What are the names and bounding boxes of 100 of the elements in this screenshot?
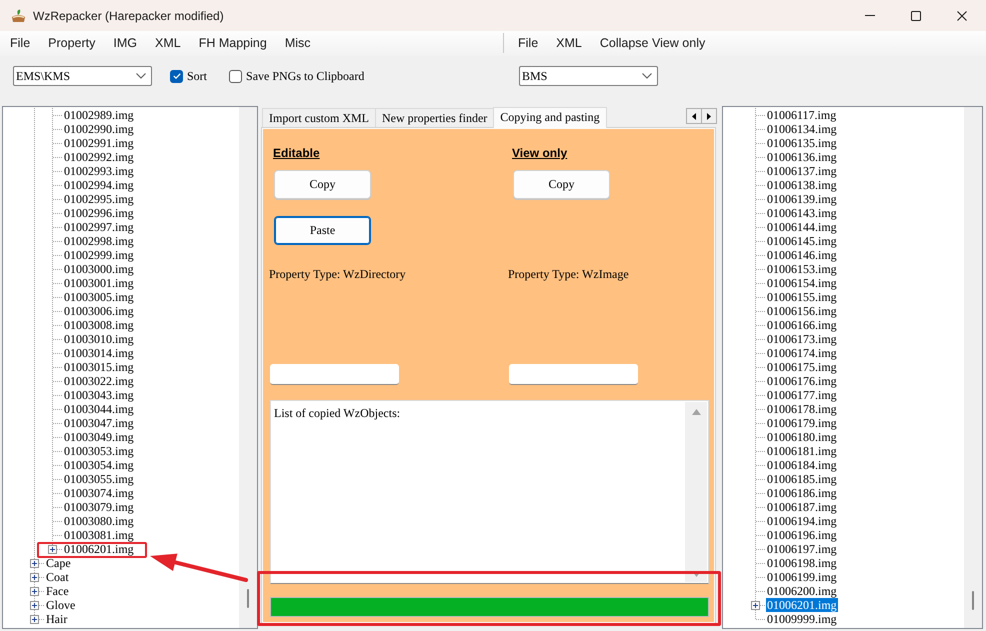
tree-item[interactable]: 01002996.img xyxy=(63,206,135,220)
scrollbar-thumb[interactable] xyxy=(972,591,974,610)
tree-item[interactable]: Hair xyxy=(45,612,68,626)
action-button[interactable]: Copy xyxy=(274,170,371,199)
tree-item[interactable]: 01006179.img xyxy=(766,416,838,430)
tree-item[interactable]: 01003053.img xyxy=(63,444,135,458)
tree-item[interactable]: 01003010.img xyxy=(63,332,135,346)
tree-item[interactable]: 01003080.img xyxy=(63,514,135,528)
tree-item[interactable]: Glove xyxy=(45,598,76,612)
menu-item[interactable]: XML xyxy=(547,31,591,56)
tree-item[interactable]: 01006184.img xyxy=(766,458,838,472)
tree-item[interactable]: 01006135.img xyxy=(766,136,838,150)
tree-item[interactable]: 01003049.img xyxy=(63,430,135,444)
tree-item[interactable]: 01006199.img xyxy=(766,570,838,584)
tree-item[interactable]: 01003074.img xyxy=(63,486,135,500)
tab[interactable]: New properties finder xyxy=(375,108,494,127)
tree-item[interactable]: 01006186.img xyxy=(766,486,838,500)
checkbox-label[interactable]: Sort xyxy=(187,68,208,84)
menu-item[interactable]: File xyxy=(509,31,548,56)
tree-item[interactable]: 01006134.img xyxy=(766,122,838,136)
menu-item[interactable]: Collapse View only xyxy=(590,31,714,56)
tree-item[interactable]: 01006181.img xyxy=(766,444,838,458)
tree-item[interactable]: 01006198.img xyxy=(766,556,838,570)
plus-box-icon[interactable] xyxy=(30,600,39,610)
scrollbar-track[interactable] xyxy=(964,107,982,628)
action-button[interactable]: Copy xyxy=(513,170,610,199)
tab[interactable]: Import custom XML xyxy=(262,108,376,127)
input-field[interactable] xyxy=(270,364,399,385)
tree-item[interactable]: 01006197.img xyxy=(766,542,838,556)
tree-item[interactable]: 01002998.img xyxy=(63,234,135,248)
tree-item[interactable]: 01006156.img xyxy=(766,304,838,318)
tree-item[interactable]: 01006143.img xyxy=(766,206,838,220)
tree-item[interactable]: 01006201.img xyxy=(63,542,135,556)
tree-item[interactable]: 01003015.img xyxy=(63,360,135,374)
menu-item[interactable]: Property xyxy=(39,31,104,56)
tree-item[interactable]: 01006146.img xyxy=(766,248,838,262)
tree-item[interactable]: 01006187.img xyxy=(766,500,838,514)
plus-box-icon[interactable] xyxy=(30,586,39,596)
menu-item[interactable]: IMG xyxy=(104,31,146,56)
tab-scroll-left-button[interactable] xyxy=(686,108,702,124)
version-dropdown[interactable]: BMS xyxy=(519,66,658,86)
tree-item[interactable]: 01006176.img xyxy=(766,374,838,388)
tree-item[interactable]: 01006178.img xyxy=(766,402,838,416)
tree-item[interactable]: 01003044.img xyxy=(63,402,135,416)
checkbox[interactable] xyxy=(170,70,183,82)
tree-item[interactable]: 01006185.img xyxy=(766,472,838,486)
version-dropdown[interactable]: EMS\KMS xyxy=(13,66,152,86)
input-field[interactable] xyxy=(509,364,638,385)
scrollbar-track[interactable] xyxy=(239,107,257,628)
tree-item[interactable]: 01006144.img xyxy=(766,220,838,234)
tree-item[interactable]: 01002989.img xyxy=(63,108,135,122)
tree-item[interactable]: 01002991.img xyxy=(63,136,135,150)
tree-item[interactable]: 01003014.img xyxy=(63,346,135,360)
tree-item[interactable]: 01003081.img xyxy=(63,528,135,542)
tree-item[interactable]: 01006201.img xyxy=(766,598,838,612)
tree-item[interactable]: 01006200.img xyxy=(766,584,838,598)
plus-box-icon[interactable] xyxy=(30,572,39,582)
tree-item[interactable]: 01003055.img xyxy=(63,472,135,486)
menu-item[interactable]: File xyxy=(1,31,40,56)
scrollbar-thumb[interactable] xyxy=(247,589,249,608)
plus-box-icon[interactable] xyxy=(30,558,39,568)
tree-item[interactable]: 01006196.img xyxy=(766,528,838,542)
tree-item[interactable]: 01003008.img xyxy=(63,318,135,332)
tree-item[interactable]: 01003000.img xyxy=(63,262,135,276)
tree-item[interactable]: 01006155.img xyxy=(766,290,838,304)
tree-item[interactable]: 01006174.img xyxy=(766,346,838,360)
plus-box-icon[interactable] xyxy=(30,614,39,624)
tree-item[interactable]: 01003079.img xyxy=(63,500,135,514)
scrollbar-track[interactable] xyxy=(685,402,707,582)
tree-item[interactable]: 01003022.img xyxy=(63,374,135,388)
tree-item[interactable]: Coat xyxy=(45,570,70,584)
tree-item[interactable]: 01002995.img xyxy=(63,192,135,206)
checkbox-label[interactable]: Save PNGs to Clipboard xyxy=(246,68,364,84)
tree-item[interactable]: Cape xyxy=(45,556,72,570)
tree-item[interactable]: 01006117.img xyxy=(766,108,838,122)
tab-scroll-right-button[interactable] xyxy=(701,108,717,124)
menu-item[interactable]: FH Mapping xyxy=(190,31,276,56)
tree-item[interactable]: 01002992.img xyxy=(63,150,135,164)
tree-item[interactable]: 01009999.img xyxy=(766,612,838,626)
tree-item[interactable]: 01003001.img xyxy=(63,276,135,290)
tree-item[interactable]: 01002990.img xyxy=(63,122,135,136)
menu-item[interactable]: XML xyxy=(146,31,190,56)
tree-item[interactable]: 01006166.img xyxy=(766,318,838,332)
tree-item[interactable]: 01006138.img xyxy=(766,178,838,192)
tree-item[interactable]: 01003047.img xyxy=(63,416,135,430)
menu-item[interactable]: Misc xyxy=(276,31,320,56)
tree-item[interactable]: 01002999.img xyxy=(63,248,135,262)
plus-box-icon[interactable] xyxy=(751,600,760,610)
tree-item[interactable]: 01006139.img xyxy=(766,192,838,206)
plus-box-icon[interactable] xyxy=(48,544,57,554)
checkbox[interactable] xyxy=(229,70,242,82)
action-button[interactable]: Paste xyxy=(274,216,371,245)
tree-item[interactable]: 01006137.img xyxy=(766,164,838,178)
tree-item[interactable]: 01003005.img xyxy=(63,290,135,304)
tree-item[interactable]: 01002994.img xyxy=(63,178,135,192)
tree-item[interactable]: 01002993.img xyxy=(63,164,135,178)
tree-item[interactable]: 01006153.img xyxy=(766,262,838,276)
tree-item[interactable]: 01002997.img xyxy=(63,220,135,234)
tree-item[interactable]: 01003043.img xyxy=(63,388,135,402)
tree-item[interactable]: 01003006.img xyxy=(63,304,135,318)
